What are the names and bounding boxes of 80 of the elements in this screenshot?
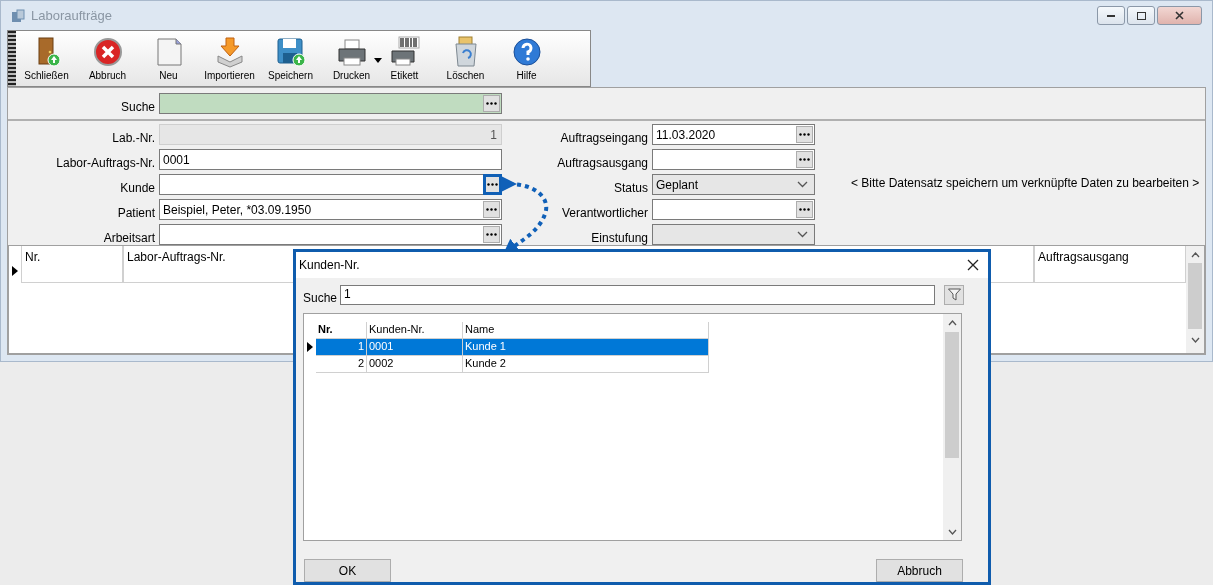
browse-button[interactable] [796, 151, 813, 168]
close-icon [967, 258, 979, 271]
column-header[interactable]: Nr. [21, 246, 123, 283]
cancel-icon [91, 36, 124, 68]
close-icon [1175, 11, 1184, 20]
field-label: Arbeitsart [102, 230, 156, 245]
input-field[interactable] [652, 149, 815, 170]
toolbar-button[interactable]: Hilfe [496, 31, 557, 86]
column-header[interactable]: Nr. [316, 321, 367, 339]
browse-button[interactable] [796, 126, 813, 143]
app-icon [11, 8, 25, 23]
field-label: Auftragsausgang [556, 155, 649, 170]
dropdown[interactable] [652, 224, 815, 245]
field-label: Suche [119, 99, 156, 114]
browse-button[interactable] [483, 174, 502, 195]
chevron-down-icon [797, 181, 808, 188]
toolbar-button[interactable]: Schließen [16, 31, 77, 86]
window-title: Laboraufträge [31, 8, 112, 23]
field-label: Status [612, 180, 649, 195]
printer-icon [335, 36, 368, 68]
caret-icon[interactable] [374, 58, 382, 63]
ellipsis-icon [487, 183, 498, 186]
input-field[interactable] [159, 174, 502, 195]
current-row-icon [12, 266, 18, 276]
column-header[interactable]: Kunden-Nr. [367, 321, 463, 339]
scroll-up-icon [947, 319, 957, 326]
field-label: Verantwortlicher [560, 205, 649, 220]
browse-button[interactable] [483, 95, 500, 112]
filter-button[interactable] [944, 284, 964, 305]
notice-text: < Bitte Datensatz speichern um verknüpfte Daten zu bearbeiten > [851, 176, 1200, 190]
current-row-icon [307, 342, 313, 353]
ellipsis-icon [486, 233, 497, 236]
toolbar-button[interactable]: Löschen [435, 31, 496, 86]
ellipsis-icon [799, 158, 810, 161]
browse-button[interactable] [483, 201, 500, 218]
barcode-printer-icon [388, 36, 421, 68]
minimize-button[interactable] [1097, 6, 1125, 25]
ok-button[interactable]: OK [304, 559, 391, 582]
field-label: Lab.-Nr. [111, 130, 156, 145]
field-label: Einstufung [590, 230, 649, 245]
input-field[interactable]: 11.03.2020 [652, 124, 815, 145]
dropdown[interactable]: Geplant [652, 174, 815, 195]
chevron-down-icon [797, 231, 808, 238]
browse-button[interactable] [483, 226, 500, 243]
ellipsis-icon [799, 208, 810, 211]
input-field[interactable]: 1 [159, 124, 502, 145]
maximize-icon [1136, 11, 1146, 20]
field-label: Auftragseingang [559, 130, 649, 145]
field-label: Kunde [119, 180, 156, 195]
input-field[interactable]: 0001 [159, 149, 502, 170]
toolbar-button[interactable]: Neu [138, 31, 199, 86]
toolbar-grip[interactable] [8, 31, 16, 86]
input-field[interactable] [159, 224, 502, 245]
input-field[interactable] [652, 199, 815, 220]
field-label: Suche [303, 290, 339, 305]
scroll-down-icon [1190, 337, 1200, 343]
funnel-icon [947, 288, 961, 302]
browse-button[interactable] [796, 201, 813, 218]
column-header[interactable]: Name [463, 321, 709, 339]
field-label: Patient [116, 205, 156, 220]
scrollbar[interactable] [943, 313, 961, 540]
help-icon [510, 36, 543, 68]
maximize-button[interactable] [1127, 6, 1155, 25]
toolbar-button[interactable]: Speichern [260, 31, 321, 86]
input-field[interactable]: Beispiel, Peter, *03.09.1950 [159, 199, 502, 220]
scroll-up-icon [1190, 252, 1200, 258]
minimize-icon [1107, 14, 1115, 17]
ellipsis-icon [799, 133, 810, 136]
toolbar-button[interactable]: Abbruch [77, 31, 138, 86]
scrollbar[interactable] [1186, 246, 1204, 353]
ellipsis-icon [486, 208, 497, 211]
cancel-button[interactable]: Abbruch [876, 559, 963, 582]
search-field[interactable] [159, 93, 502, 114]
floppy-disk-icon [274, 36, 307, 68]
toolbar-button[interactable]: Importieren [199, 31, 260, 86]
ellipsis-icon [486, 102, 497, 105]
field-label: Labor-Auftrags-Nr. [55, 155, 156, 170]
dialog-title: Kunden-Nr. [299, 257, 360, 272]
search-field[interactable]: 1 [340, 284, 935, 305]
scroll-down-icon [947, 529, 957, 535]
